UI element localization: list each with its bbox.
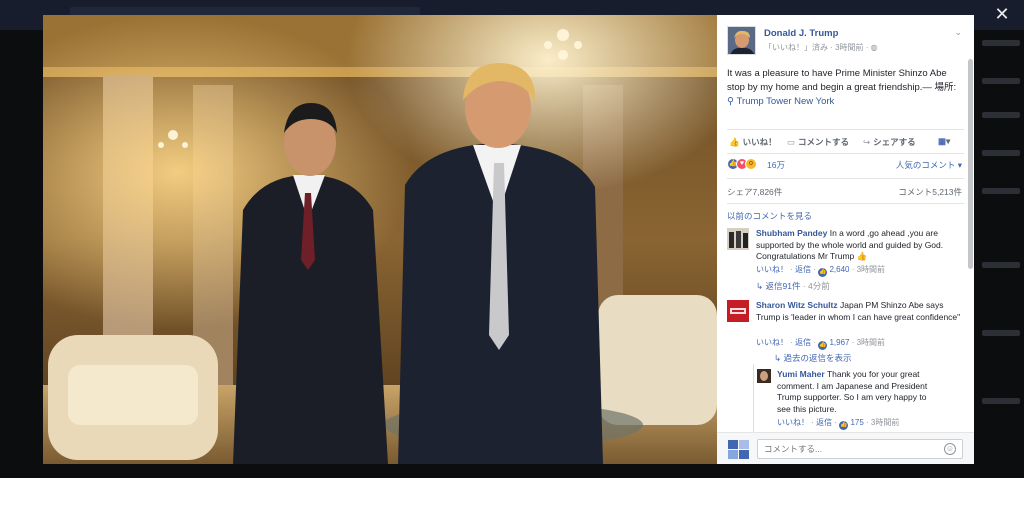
- location-pin-icon: ⚲: [727, 96, 734, 107]
- post-meta-text: 「いいね！」済み · 3時間前 ·: [764, 43, 871, 52]
- avatar-image: [727, 300, 749, 322]
- divider: [727, 153, 964, 154]
- background-text: [982, 398, 1020, 404]
- sort-label: 人気のコメント: [895, 160, 956, 170]
- post-photo[interactable]: [43, 15, 717, 464]
- comment-like-link[interactable]: いいね！: [756, 338, 788, 347]
- background-text: [982, 150, 1020, 156]
- divider: [727, 203, 964, 204]
- globe-icon: ◍: [870, 43, 878, 52]
- comment-body: Yumi Maher Thank you for your great comm…: [777, 369, 937, 415]
- previous-replies-label: 過去の返信を表示: [783, 353, 852, 363]
- post-message: It was a pleasure to have Prime Minister…: [727, 68, 947, 93]
- scrollbar[interactable]: [968, 59, 973, 269]
- location-link[interactable]: ⚲ Trump Tower New York: [727, 96, 834, 107]
- audience-selector[interactable]: ▦▾: [938, 136, 950, 147]
- post-text: It was a pleasure to have Prime Minister…: [727, 67, 962, 109]
- reply-comment: Yumi Maher Thank you for your great comm…: [757, 369, 962, 431]
- photo-illustration: [43, 15, 717, 464]
- reply-arrow-icon: ↳: [774, 353, 782, 363]
- like-button[interactable]: 👍 いいね！: [729, 136, 777, 148]
- avatar[interactable]: [727, 26, 756, 55]
- post-sidebar: Donald J. Trump 「いいね！」済み · 3時間前 · ◍ ⌄ It…: [717, 15, 974, 464]
- comment: Shubham Pandey In a word ,go ahead ,you …: [727, 228, 964, 308]
- reply-thread-line: [753, 364, 754, 436]
- avatar-image: [727, 228, 749, 250]
- location-name: Trump Tower New York: [736, 96, 835, 107]
- comment-composer: ☺: [717, 432, 974, 464]
- like-label: いいね！: [742, 137, 777, 147]
- post-actions: 👍 いいね！ ▭ コメントする ↪ シェアする ▦▾: [727, 133, 964, 151]
- avatar-image: [757, 369, 771, 383]
- comment-author[interactable]: Shubham Pandey: [756, 228, 827, 238]
- comment-label: コメントする: [798, 137, 850, 147]
- background-text: [982, 78, 1020, 84]
- close-icon[interactable]: ✕: [992, 4, 1012, 24]
- comment-like-count[interactable]: 175: [850, 418, 863, 427]
- background-text: [982, 262, 1020, 268]
- comment-button[interactable]: ▭ コメントする: [787, 136, 849, 148]
- replies-time: 4分前: [808, 281, 830, 291]
- reply-arrow-icon: ↳: [756, 281, 764, 291]
- replies-link[interactable]: ↳ 返信91件 · 4分前: [756, 280, 830, 292]
- share-count[interactable]: シェア7,826件: [727, 186, 782, 198]
- comment-meta: いいね！ · 返信 · 👍 2,640 · 3時間前: [756, 265, 886, 277]
- divider: [727, 178, 964, 179]
- comment-like-link[interactable]: いいね！: [777, 418, 809, 427]
- comment-time: 3時間前: [856, 265, 886, 274]
- share-label: シェアする: [873, 137, 916, 147]
- comment-author[interactable]: Sharon Witz Schultz: [756, 300, 838, 310]
- comment-count[interactable]: コメント5,213件: [898, 186, 962, 198]
- location-separator: — 場所:: [922, 82, 957, 93]
- share-button[interactable]: ↪ シェアする: [863, 136, 916, 148]
- comment: Sharon Witz Schultz Japan PM Shinzo Abe …: [727, 300, 964, 370]
- comment-like-count[interactable]: 2,640: [829, 265, 849, 274]
- comment-like-count[interactable]: 1,967: [829, 338, 849, 347]
- like-count-icon: 👍: [818, 268, 828, 277]
- divider: [727, 129, 964, 130]
- comment-time: 3時間前: [870, 418, 900, 427]
- share-arrow-icon: ↪: [863, 137, 871, 147]
- avatar[interactable]: [757, 369, 771, 383]
- grid-icon: ▦: [938, 136, 947, 146]
- comment-input[interactable]: [757, 439, 963, 459]
- comment-body: Shubham Pandey In a word ,go ahead ,you …: [756, 228, 964, 263]
- previous-replies-link[interactable]: ↳ 過去の返信を表示: [774, 352, 852, 364]
- comment-sort-dropdown[interactable]: 人気のコメント ▾: [896, 159, 962, 171]
- caret-down-icon: ▾: [946, 136, 951, 146]
- chevron-down-icon[interactable]: ⌄: [954, 27, 962, 38]
- comment-like-link[interactable]: いいね！: [756, 265, 788, 274]
- like-count-icon: 👍: [839, 421, 849, 430]
- background-text: [982, 40, 1020, 46]
- comment-body: Sharon Witz Schultz Japan PM Shinzo Abe …: [756, 300, 964, 323]
- background-text: [982, 330, 1020, 336]
- replies-count: 返信91件: [765, 281, 801, 291]
- comment-meta: いいね！ · 返信 · 👍 1,967 · 3時間前: [756, 338, 886, 350]
- background-text: [982, 112, 1020, 118]
- thumbs-up-icon: 👍: [856, 251, 868, 261]
- view-previous-comments[interactable]: 以前のコメントを見る: [727, 210, 812, 222]
- post-meta: 「いいね！」済み · 3時間前 · ◍: [764, 42, 878, 53]
- reaction-count[interactable]: 16万: [767, 159, 785, 171]
- avatar[interactable]: [727, 228, 749, 250]
- comment-meta: いいね！ · 返信 · 👍 175 · 3時間前: [777, 418, 900, 430]
- like-count-icon: 👍: [818, 341, 828, 350]
- comment-reply-link[interactable]: 返信: [816, 418, 832, 427]
- comment-reply-link[interactable]: 返信: [795, 265, 811, 274]
- thumbs-up-icon: 👍: [729, 137, 740, 147]
- speech-bubble-icon: ▭: [787, 137, 796, 147]
- avatar-image: [728, 27, 755, 54]
- avatar[interactable]: [727, 300, 749, 322]
- post-header: Donald J. Trump 「いいね！」済み · 3時間前 · ◍ ⌄: [727, 26, 962, 58]
- post-stats: シェア7,826件 コメント5,213件: [727, 186, 964, 198]
- wow-reaction-icon: o: [745, 158, 757, 170]
- comment-author[interactable]: Yumi Maher: [777, 369, 825, 379]
- user-avatar: [728, 440, 750, 460]
- post-author[interactable]: Donald J. Trump: [764, 28, 838, 39]
- reactions-summary[interactable]: 👍 ♥ o 16万 人気のコメント ▾: [727, 158, 964, 172]
- comment-time: 3時間前: [856, 338, 886, 347]
- background-text: [982, 188, 1020, 194]
- emoji-icon[interactable]: ☺: [944, 443, 956, 455]
- comment-reply-link[interactable]: 返信: [795, 338, 811, 347]
